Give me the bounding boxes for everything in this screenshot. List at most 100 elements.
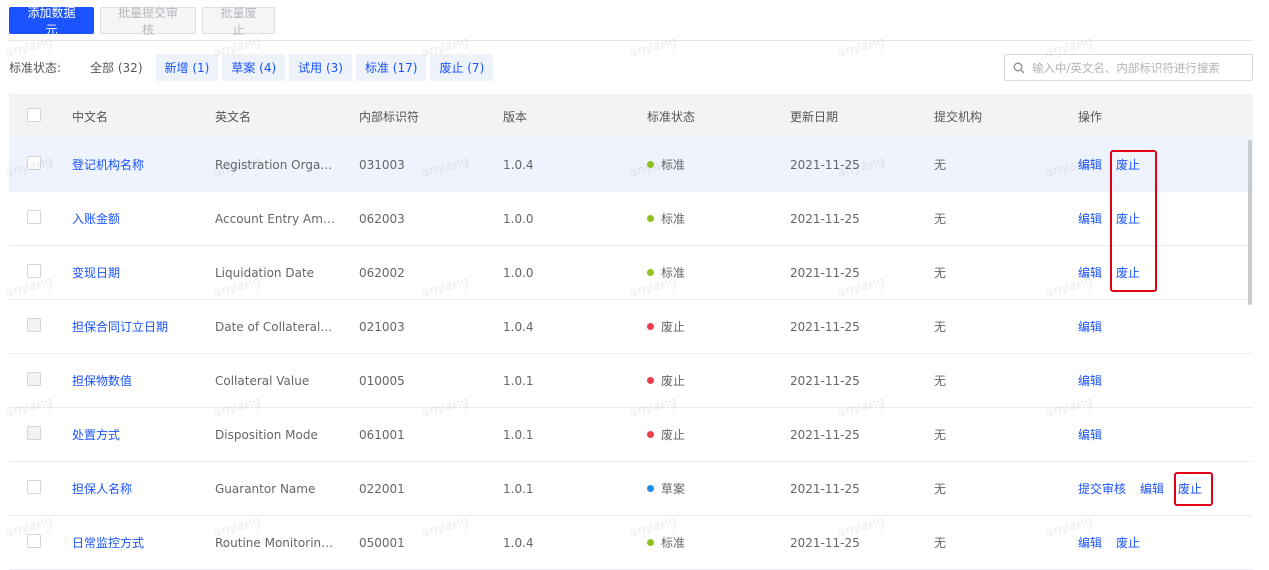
- filter-chip-standard[interactable]: 标准 (17): [355, 54, 427, 81]
- edit-link[interactable]: 编辑: [1078, 372, 1102, 389]
- edit-link[interactable]: 编辑: [1078, 264, 1102, 281]
- filter-chip-draft[interactable]: 草案 (4): [222, 54, 286, 81]
- submit-org: 无: [934, 482, 947, 496]
- internal-id: 022001: [359, 481, 405, 496]
- row-operations: 编辑 废止: [1078, 534, 1140, 551]
- add-data-element-button[interactable]: 添加数据元: [9, 6, 94, 37]
- updated-date: 2021-11-25: [790, 265, 860, 280]
- table-row[interactable]: 变现日期 Liquidation Date 062002 1.0.0 标准 2021-11…: [9, 246, 1253, 300]
- submit-org: 无: [934, 320, 947, 334]
- row-checkbox-cell: [27, 318, 41, 335]
- row-checkbox-cell: [27, 480, 41, 497]
- batch-submit-review-button[interactable]: 批量提交审核: [100, 6, 196, 37]
- header-cn-name: 中文名: [72, 109, 109, 124]
- submit-review-link[interactable]: 提交审核: [1078, 480, 1126, 497]
- status-label: 废止: [661, 320, 686, 334]
- cn-name-link[interactable]: 担保人名称: [72, 480, 132, 497]
- status-badge: 标准: [647, 264, 685, 281]
- table-row[interactable]: 入账金额 Account Entry Amount 062003 1.0.0 标准 202…: [9, 192, 1253, 246]
- en-name: Account Entry Amount: [215, 211, 335, 226]
- updated-date: 2021-11-25: [790, 481, 860, 496]
- status-label: 废止: [661, 428, 686, 442]
- filter-chip-new[interactable]: 新增 (1): [155, 54, 219, 81]
- abolish-link[interactable]: 废止: [1116, 534, 1140, 551]
- cn-name-link[interactable]: 日常监控方式: [72, 534, 144, 551]
- cn-name-link[interactable]: 入账金额: [72, 210, 120, 227]
- table-row[interactable]: 担保物数值 Collateral Value 010005 1.0.1 废止 2021-1…: [9, 354, 1253, 408]
- edit-link[interactable]: 编辑: [1078, 210, 1102, 227]
- header-operations: 操作: [1078, 109, 1103, 124]
- status-dot-icon: [647, 269, 654, 276]
- edit-link[interactable]: 编辑: [1078, 156, 1102, 173]
- status-label: 标准: [661, 536, 686, 550]
- search-input[interactable]: 输入中/英文名、内部标识符进行搜索: [1004, 54, 1253, 81]
- status-dot-icon: [647, 161, 654, 168]
- header-en-name: 英文名: [215, 109, 252, 124]
- version: 1.0.1: [503, 373, 534, 388]
- row-checkbox[interactable]: [27, 534, 41, 548]
- en-name: Collateral Value: [215, 373, 310, 388]
- edit-link[interactable]: 编辑: [1078, 426, 1102, 443]
- table-row[interactable]: 日常监控方式 Routine Monitoring ... 050001 1.0.4 标…: [9, 516, 1253, 570]
- filter-chip-all[interactable]: 全部 (32): [81, 54, 151, 81]
- cn-name-link[interactable]: 处置方式: [72, 426, 120, 443]
- header-select-all-cell: [27, 107, 41, 125]
- en-name: Guarantor Name: [215, 481, 316, 496]
- row-checkbox-cell: [27, 156, 41, 173]
- status-dot-icon: [647, 377, 654, 384]
- table-row[interactable]: 担保人名称 Guarantor Name 022001 1.0.1 草案 2021-11-…: [9, 462, 1253, 516]
- row-checkbox[interactable]: [27, 318, 41, 332]
- watermark-text: anyang: [627, 34, 679, 61]
- row-checkbox[interactable]: [27, 480, 41, 494]
- row-operations: 编辑: [1078, 318, 1102, 335]
- row-checkbox[interactable]: [27, 264, 41, 278]
- search-icon: [1013, 62, 1025, 73]
- submit-org: 无: [934, 536, 947, 550]
- internal-id: 061001: [359, 427, 405, 442]
- version: 1.0.4: [503, 319, 534, 334]
- internal-id: 062003: [359, 211, 405, 226]
- status-badge: 废止: [647, 318, 685, 335]
- header-version: 版本: [503, 109, 528, 124]
- table-row[interactable]: 处置方式 Disposition Mode 061001 1.0.1 废止 2021-11…: [9, 408, 1253, 462]
- status-badge: 废止: [647, 372, 685, 389]
- annotation-highlight-box: [1174, 472, 1213, 506]
- cn-name-link[interactable]: 担保合同订立日期: [72, 318, 168, 335]
- internal-id: 010005: [359, 373, 405, 388]
- status-badge: 草案: [647, 480, 685, 497]
- row-checkbox[interactable]: [27, 210, 41, 224]
- table-row[interactable]: 登记机构名称 Registration Organi... 031003 1.0.4 标…: [9, 138, 1253, 192]
- select-all-checkbox[interactable]: [27, 107, 41, 122]
- batch-abolish-button[interactable]: 批量废止: [202, 6, 275, 37]
- en-name: Routine Monitoring ...: [215, 535, 335, 550]
- table-row[interactable]: 担保合同订立日期 Date of Collateral C... 021003 1.0…: [9, 300, 1253, 354]
- table-body: 登记机构名称 Registration Organi... 031003 1.0.4 标…: [9, 138, 1253, 570]
- en-name: Date of Collateral C...: [215, 319, 335, 334]
- status-dot-icon: [647, 215, 654, 222]
- row-checkbox[interactable]: [27, 372, 41, 386]
- edit-link[interactable]: 编辑: [1078, 534, 1102, 551]
- cn-name-link[interactable]: 担保物数值: [72, 372, 132, 389]
- updated-date: 2021-11-25: [790, 319, 860, 334]
- edit-link[interactable]: 编辑: [1078, 318, 1102, 335]
- version: 1.0.0: [503, 265, 534, 280]
- status-badge: 标准: [647, 534, 685, 551]
- table-scrollbar[interactable]: [1248, 140, 1252, 305]
- edit-link[interactable]: 编辑: [1140, 480, 1164, 497]
- updated-date: 2021-11-25: [790, 427, 860, 442]
- status-dot-icon: [647, 485, 654, 492]
- cn-name-link[interactable]: 登记机构名称: [72, 156, 144, 173]
- status-dot-icon: [647, 539, 654, 546]
- filter-chip-trial[interactable]: 试用 (3): [289, 54, 352, 81]
- cn-name-link[interactable]: 变现日期: [72, 264, 120, 281]
- filter-chip-abolished[interactable]: 废止 (7): [430, 54, 494, 81]
- row-checkbox[interactable]: [27, 156, 41, 170]
- status-badge: 废止: [647, 426, 685, 443]
- search-placeholder: 输入中/英文名、内部标识符进行搜索: [1032, 60, 1220, 75]
- table-header: 中文名 英文名 内部标识符 版本 标准状态 更新日期 提交机构 操作: [9, 94, 1253, 138]
- status-label: 标准: [661, 212, 686, 226]
- row-checkbox-cell: [27, 210, 41, 227]
- row-checkbox[interactable]: [27, 426, 41, 440]
- status-label: 废止: [661, 374, 686, 388]
- en-name: Liquidation Date: [215, 265, 315, 280]
